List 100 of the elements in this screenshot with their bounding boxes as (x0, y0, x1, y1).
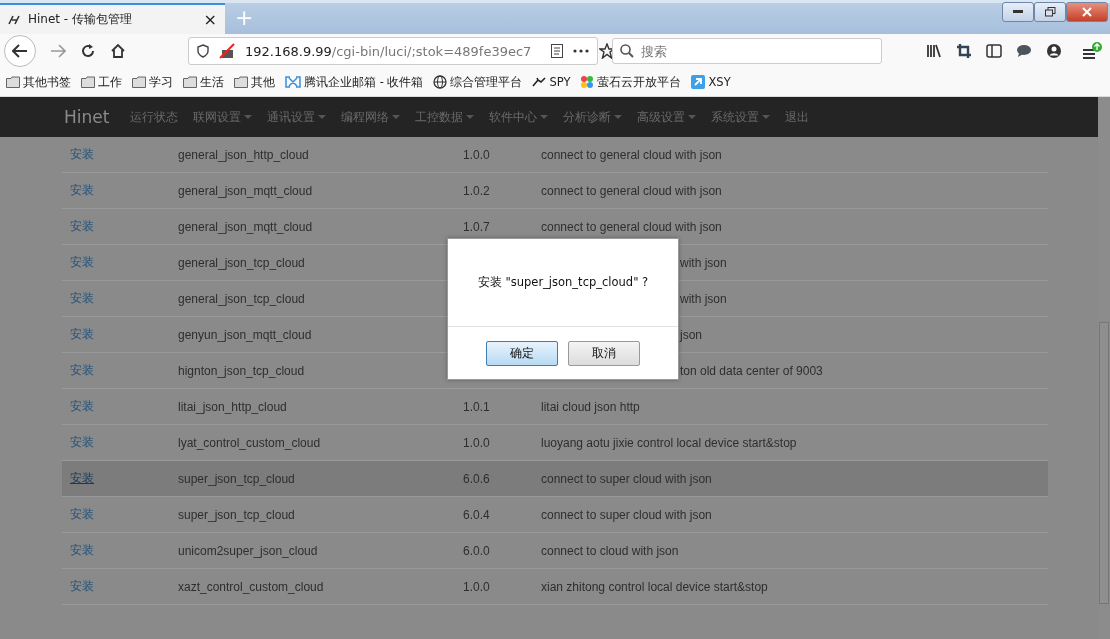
install-link[interactable]: 安装 (62, 218, 178, 235)
nav-menu-item[interactable]: 高级设置 (637, 108, 697, 126)
nav-menu-item[interactable]: 系统设置 (711, 108, 771, 126)
install-link[interactable]: 安装 (62, 362, 178, 379)
version-text: 1.0.2 (463, 183, 491, 198)
chat-bubble-icon[interactable] (1016, 44, 1032, 58)
description-text: connect to super cloud with json (541, 507, 712, 522)
dialog-button[interactable]: 确定 (486, 340, 558, 366)
install-link[interactable]: 安装 (62, 182, 178, 199)
package-name: unicom2super_json_cloud (178, 543, 319, 558)
package-name: xazt_control_custom_cloud (178, 579, 325, 594)
install-link[interactable]: 安装 (62, 506, 178, 523)
package-name: general_json_tcp_cloud (178, 291, 306, 306)
bookmark-item[interactable]: XSY (691, 75, 731, 89)
close-tab-button[interactable]: × (203, 10, 217, 29)
nav-menu-item[interactable]: 工控数据 (415, 108, 475, 126)
install-link[interactable]: 安装 (62, 326, 178, 343)
bookmark-item[interactable]: 生活 (183, 74, 224, 90)
browser-tab[interactable]: Hinet - 传输包管理 × (0, 3, 225, 34)
description-text: connect to cloud with json (541, 543, 679, 558)
package-name: litai_json_http_cloud (178, 399, 288, 414)
install-link[interactable]: 安装 (62, 146, 178, 163)
folder-icon (132, 76, 146, 88)
description-text: json (678, 327, 702, 342)
description-text: with json (679, 255, 727, 270)
package-name: super_json_tcp_cloud (178, 471, 296, 486)
back-arrow-icon (12, 44, 28, 58)
description-text: litai cloud json http (541, 399, 640, 414)
arrow-logo-icon (691, 75, 706, 89)
bookmark-item[interactable]: 综合管理平台 (433, 74, 523, 90)
nav-menu-item[interactable]: 联网设置 (193, 108, 253, 126)
install-link[interactable]: 安装 (62, 470, 178, 487)
version-text: 1.0.0 (463, 435, 491, 450)
brand-text[interactable]: Hinet (64, 107, 110, 127)
url-text: 192.168.9.99/cgi-bin/luci/;stok=489fe39ec7 (245, 43, 532, 59)
bookmark-item[interactable]: 其他书签 (6, 74, 71, 90)
install-link[interactable]: 安装 (62, 254, 178, 271)
version-text: 6.0.4 (463, 507, 491, 522)
bookmark-item[interactable]: 学习 (132, 74, 173, 90)
shield-icon (197, 44, 209, 58)
close-window-button[interactable] (1066, 2, 1108, 22)
bird-icon (532, 77, 547, 87)
description-text: xian zhitong control local device start&stop (541, 579, 768, 594)
nav-menu-item[interactable]: 退出 (785, 108, 810, 126)
install-link[interactable]: 安装 (62, 542, 178, 559)
forward-arrow-icon[interactable] (50, 44, 66, 58)
description-text: connect to general cloud with json (541, 147, 722, 162)
folder-icon (6, 76, 20, 88)
package-name: general_json_http_cloud (178, 147, 310, 162)
search-field[interactable]: 搜索 (612, 38, 882, 64)
package-name: general_json_mqtt_cloud (178, 219, 314, 234)
nav-menu-item[interactable]: 通讯设置 (267, 108, 327, 126)
reader-view-icon[interactable] (551, 44, 564, 58)
new-tab-button[interactable]: + (225, 5, 264, 34)
logo-icon (8, 14, 20, 25)
package-name: super_json_tcp_cloud (178, 507, 296, 522)
globe-icon (433, 75, 448, 89)
install-link[interactable]: 安装 (62, 290, 178, 307)
description-text: ton old data center of 9003 (679, 363, 823, 378)
restore-button[interactable] (1034, 2, 1066, 22)
home-icon[interactable] (110, 43, 126, 59)
menu-icon[interactable] (1082, 42, 1102, 60)
package-name: general_json_tcp_cloud (178, 255, 306, 270)
folder-icon (183, 76, 197, 88)
dialog-message: 安装 "super_json_tcp_cloud" ? (448, 239, 678, 327)
bookmark-item[interactable]: 腾讯企业邮箱 - 收件箱 (285, 74, 424, 90)
folder-icon (81, 76, 95, 88)
library-icon[interactable] (926, 44, 942, 58)
nav-menu-item[interactable]: 运行状态 (130, 108, 179, 126)
package-name: genyun_json_mqtt_cloud (178, 327, 313, 342)
version-text: 1.0.1 (463, 399, 491, 414)
bracket-logo-icon (285, 76, 301, 88)
install-link[interactable]: 安装 (62, 398, 178, 415)
nav-menu-item[interactable]: 编程网络 (341, 108, 401, 126)
more-icon[interactable] (573, 49, 590, 53)
description-text: connect to super cloud with json (541, 471, 712, 486)
crop-icon[interactable] (956, 43, 972, 59)
description-text: luoyang aotu jixie control local device start&stop (541, 435, 797, 450)
back-button[interactable] (4, 35, 36, 67)
bookmark-item[interactable]: 萤石云开放平台 (580, 74, 682, 90)
account-icon[interactable] (1046, 43, 1062, 59)
version-text: 1.0.0 (463, 579, 491, 594)
insecure-lock-icon (219, 43, 235, 59)
bookmark-item[interactable]: SPY (532, 75, 571, 89)
minimize-button[interactable] (1002, 2, 1034, 22)
nav-menu-item[interactable]: 分析诊断 (563, 108, 623, 126)
folder-icon (234, 76, 248, 88)
version-text: 6.0.6 (463, 471, 491, 486)
version-text: 6.0.0 (463, 543, 491, 558)
sidebar-icon[interactable] (986, 44, 1002, 58)
package-name: general_json_mqtt_cloud (178, 183, 314, 198)
nav-menu-item[interactable]: 软件中心 (489, 108, 549, 126)
dialog-button[interactable]: 取消 (568, 340, 640, 366)
description-text: with json (679, 291, 727, 306)
package-name: hignton_json_tcp_cloud (178, 363, 306, 378)
bookmark-item[interactable]: 工作 (81, 74, 122, 90)
bookmark-item[interactable]: 其他 (234, 74, 275, 90)
install-link[interactable]: 安装 (62, 434, 178, 451)
install-link[interactable]: 安装 (62, 578, 178, 595)
reload-icon[interactable] (80, 43, 96, 59)
